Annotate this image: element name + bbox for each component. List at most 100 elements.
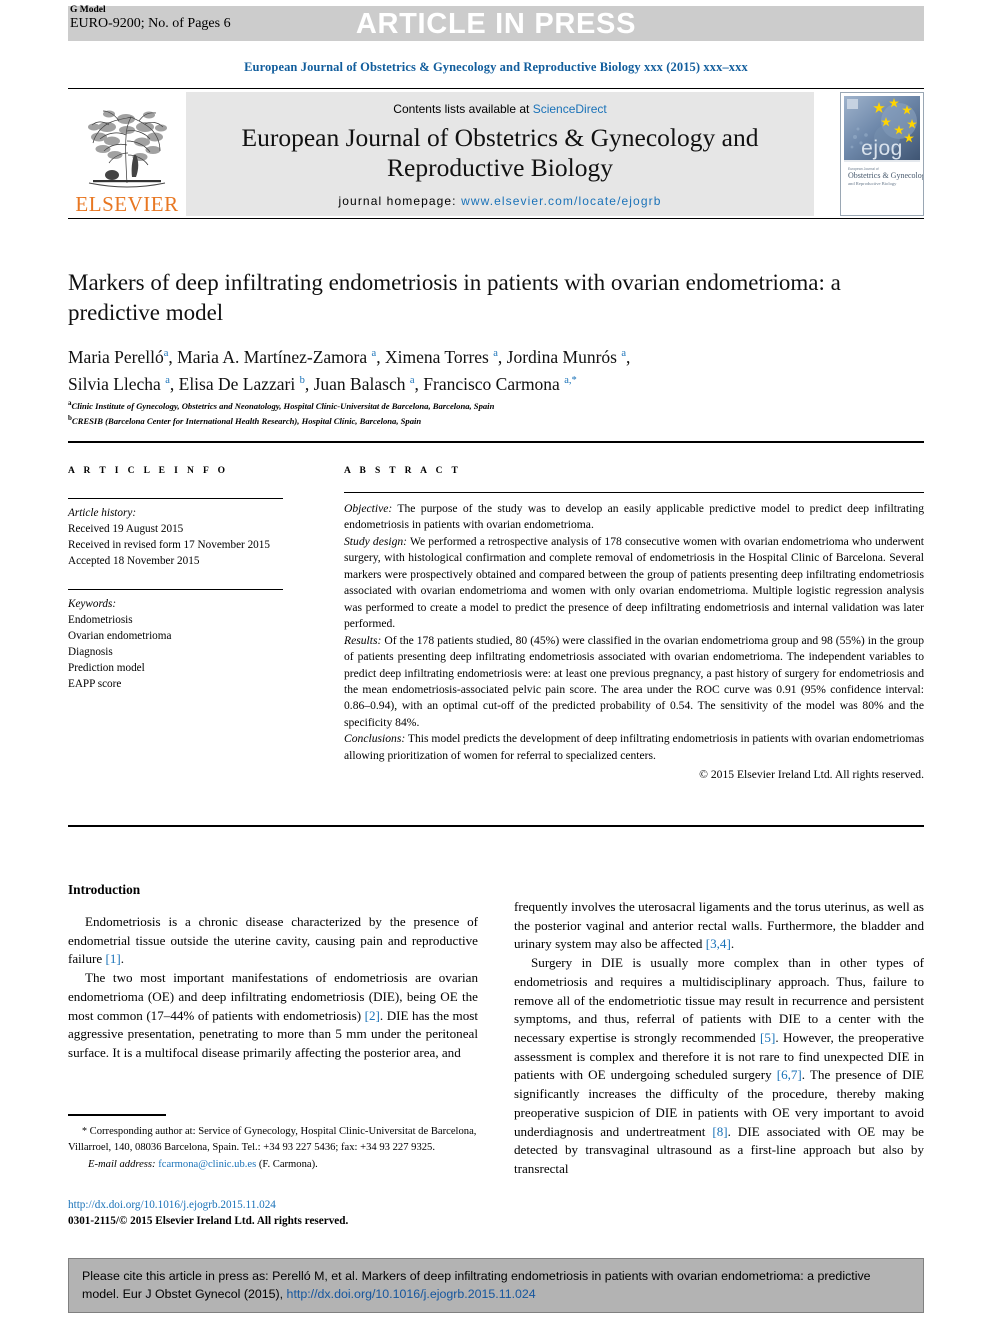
- affil-marker: a: [493, 348, 498, 360]
- intro-paragraph-2: The two most important manifestations of…: [68, 969, 478, 1063]
- affil-marker: a: [163, 348, 169, 360]
- affil-marker: b: [299, 374, 305, 386]
- manuscript-id: EURO-9200; No. of Pages 6: [70, 16, 231, 32]
- body-column-left: Introduction Endometriosis is a chronic …: [68, 880, 478, 1063]
- please-cite-doi-link[interactable]: http://dx.doi.org/10.1016/j.ejogrb.2015.…: [287, 1287, 536, 1301]
- citation-ref-3-4[interactable]: [3,4]: [706, 936, 731, 951]
- keywords-label: Keywords:: [68, 597, 117, 610]
- abstract-objective-text: The purpose of the study was to develop …: [344, 502, 924, 532]
- please-cite-text: Please cite this article in press as: Pe…: [82, 1268, 910, 1304]
- intro-paragraph-3: frequently involves the uterosacral liga…: [514, 898, 924, 954]
- affiliation-b: bCRESIB (Barcelona Center for Internatio…: [68, 413, 868, 428]
- keyword-item: Prediction model: [68, 662, 145, 674]
- cover-subtitle-1: Obstetrics & Gynecology: [848, 171, 923, 180]
- journal-masthead: ELSEVIER Contents lists available at Sci…: [68, 92, 924, 216]
- citation-ref-1[interactable]: [1]: [105, 951, 120, 966]
- abstract-column: Objective: The purpose of the study was …: [344, 492, 924, 784]
- author-list: Maria Perellóa, Maria A. Martínez-Zamora…: [68, 344, 868, 397]
- keyword-item: Diagnosis: [68, 645, 113, 658]
- intro-p1-text-a: Endometriosis is a chronic disease chara…: [68, 914, 478, 967]
- contents-available-line: Contents lists available at ScienceDirec…: [186, 92, 814, 116]
- abstract-results-label: Results:: [344, 633, 382, 647]
- article-history-label: Article history:: [68, 507, 137, 519]
- page-title: Markers of deep infiltrating endometrios…: [68, 270, 841, 325]
- article-history-revised: Received in revised form 17 November 201…: [68, 539, 270, 552]
- affiliations: aClinic Institute of Gynecology, Obstetr…: [68, 398, 868, 428]
- doi-and-issn-block: http://dx.doi.org/10.1016/j.ejogrb.2015.…: [68, 1197, 478, 1229]
- intro-p1-text-b: .: [120, 951, 125, 967]
- abstract-conclusions-label: Conclusions:: [344, 732, 406, 746]
- citation-ref-8[interactable]: [8]: [712, 1124, 727, 1139]
- affiliation-a-text: Clinic Institute of Gynecology, Obstetri…: [71, 400, 495, 411]
- citation-ref-2[interactable]: [2]: [365, 1008, 380, 1023]
- section-heading-introduction: Introduction: [68, 882, 141, 897]
- affil-marker: a: [371, 348, 377, 360]
- citation-ref-5[interactable]: [5]: [760, 1030, 775, 1045]
- intro-p3-text-b: .: [730, 936, 735, 952]
- elsevier-logo: ELSEVIER: [68, 92, 186, 216]
- affil-marker: a: [621, 348, 627, 360]
- homepage-link[interactable]: www.elsevier.com/locate/ejogrb: [461, 194, 661, 208]
- abstract-results: Results: Of the 178 patients studied, 80…: [344, 633, 924, 732]
- corresponding-author-line: * Corresponding author at: Service of Gy…: [68, 1124, 478, 1155]
- abstract-copyright: © 2015 Elsevier Ireland Ltd. All rights …: [699, 768, 924, 782]
- journal-cover-image: ejog European Journal of Obstetrics & Gy…: [841, 93, 923, 215]
- article-history-received: Received 19 August 2015: [68, 523, 184, 536]
- body-column-right: frequently involves the uterosacral liga…: [514, 898, 924, 1179]
- article-history-accepted: Accepted 18 November 2015: [68, 555, 200, 568]
- intro-paragraph-1: Endometriosis is a chronic disease chara…: [68, 913, 478, 969]
- journal-title-line-1: European Journal of Obstetrics & Gynecol…: [241, 123, 759, 152]
- corresponding-author-footnote: * Corresponding author at: Service of Gy…: [68, 1124, 478, 1173]
- abstract-study-design: Study design: We performed a retrospecti…: [344, 534, 924, 633]
- keyword-item: Endometriosis: [68, 613, 133, 626]
- abstract-conclusions-text: This model predicts the development of d…: [344, 732, 925, 762]
- keyword-item: EAPP score: [68, 678, 122, 691]
- journal-cover-thumbnail: ejog European Journal of Obstetrics & Gy…: [840, 92, 924, 216]
- abstract-results-text: Of the 178 patients studied, 80 (45%) we…: [344, 633, 924, 729]
- please-cite-box: Please cite this article in press as: Pe…: [68, 1258, 924, 1313]
- g-model-block: G Model EURO-9200; No. of Pages 6: [70, 5, 231, 33]
- abstract-objective: Objective: The purpose of the study was …: [344, 501, 924, 534]
- affil-marker: a: [409, 374, 415, 386]
- abstract-study-design-label: Study design:: [344, 534, 408, 548]
- article-info-rule-1: [68, 498, 283, 499]
- affil-marker-corresponding: a,*: [564, 374, 577, 386]
- citation-ref-6-7[interactable]: [6,7]: [777, 1067, 802, 1082]
- email-line: E-mail address: fcarmona@clinic.ub.es (F…: [68, 1157, 478, 1173]
- author-line-2: Silvia Llecha a, Elisa De Lazzari b, Jua…: [68, 373, 577, 394]
- body-top-rule: [68, 825, 924, 827]
- doi-link[interactable]: http://dx.doi.org/10.1016/j.ejogrb.2015.…: [68, 1197, 478, 1213]
- email-label: E-mail address:: [88, 1159, 156, 1171]
- abstract-objective-label: Objective:: [344, 502, 393, 515]
- abstract-study-design-text: We performed a retrospective analysis of…: [344, 534, 924, 631]
- elsevier-wordmark: ELSEVIER: [75, 192, 179, 216]
- journal-info-panel: Contents lists available at ScienceDirec…: [186, 92, 814, 216]
- masthead-top-rule: [68, 88, 924, 89]
- affiliation-a: aClinic Institute of Gynecology, Obstetr…: [68, 398, 868, 413]
- article-info-rule-2: [68, 588, 283, 590]
- article-info-heading: A R T I C L E I N F O: [68, 466, 229, 476]
- intro-paragraph-4: Surgery in DIE is usually more complex t…: [514, 954, 924, 1179]
- email-owner: (F. Carmona).: [256, 1159, 318, 1171]
- keyword-item: Ovarian endometrioma: [68, 629, 172, 642]
- affiliation-b-text: CRESIB (Barcelona Center for Internation…: [71, 415, 422, 426]
- sciencedirect-link[interactable]: ScienceDirect: [533, 102, 607, 116]
- abstract-rule: [344, 492, 924, 493]
- affil-marker: a: [165, 374, 170, 386]
- journal-title-line-2: Reproductive Biology: [387, 152, 613, 182]
- abstract-conclusions: Conclusions: This model predicts the dev…: [344, 731, 924, 764]
- corresponding-author-text: Corresponding author at: Service of Gyne…: [68, 1126, 477, 1153]
- homepage-label: journal homepage:: [338, 194, 462, 209]
- masthead-bottom-rule: [68, 218, 924, 219]
- footnote-separator-rule: [68, 1114, 166, 1116]
- journal-homepage-line: journal homepage: www.elsevier.com/locat…: [186, 194, 814, 208]
- author-line-1: Maria Perellóa, Maria A. Martínez-Zamora…: [68, 347, 631, 367]
- journal-title: European Journal of Obstetrics & Gynecol…: [186, 123, 814, 182]
- email-link[interactable]: fcarmona@clinic.ub.es: [156, 1159, 256, 1170]
- abstract-top-rule: [68, 441, 924, 443]
- issn-copyright-line: 0301-2115/© 2015 Elsevier Ireland Ltd. A…: [68, 1215, 349, 1228]
- abstract-heading: A B S T R A C T: [344, 466, 462, 476]
- g-model-label: G Model: [70, 5, 106, 15]
- journal-running-head: European Journal of Obstetrics & Gynecol…: [244, 60, 748, 74]
- contents-prefix: Contents lists available at: [393, 102, 533, 116]
